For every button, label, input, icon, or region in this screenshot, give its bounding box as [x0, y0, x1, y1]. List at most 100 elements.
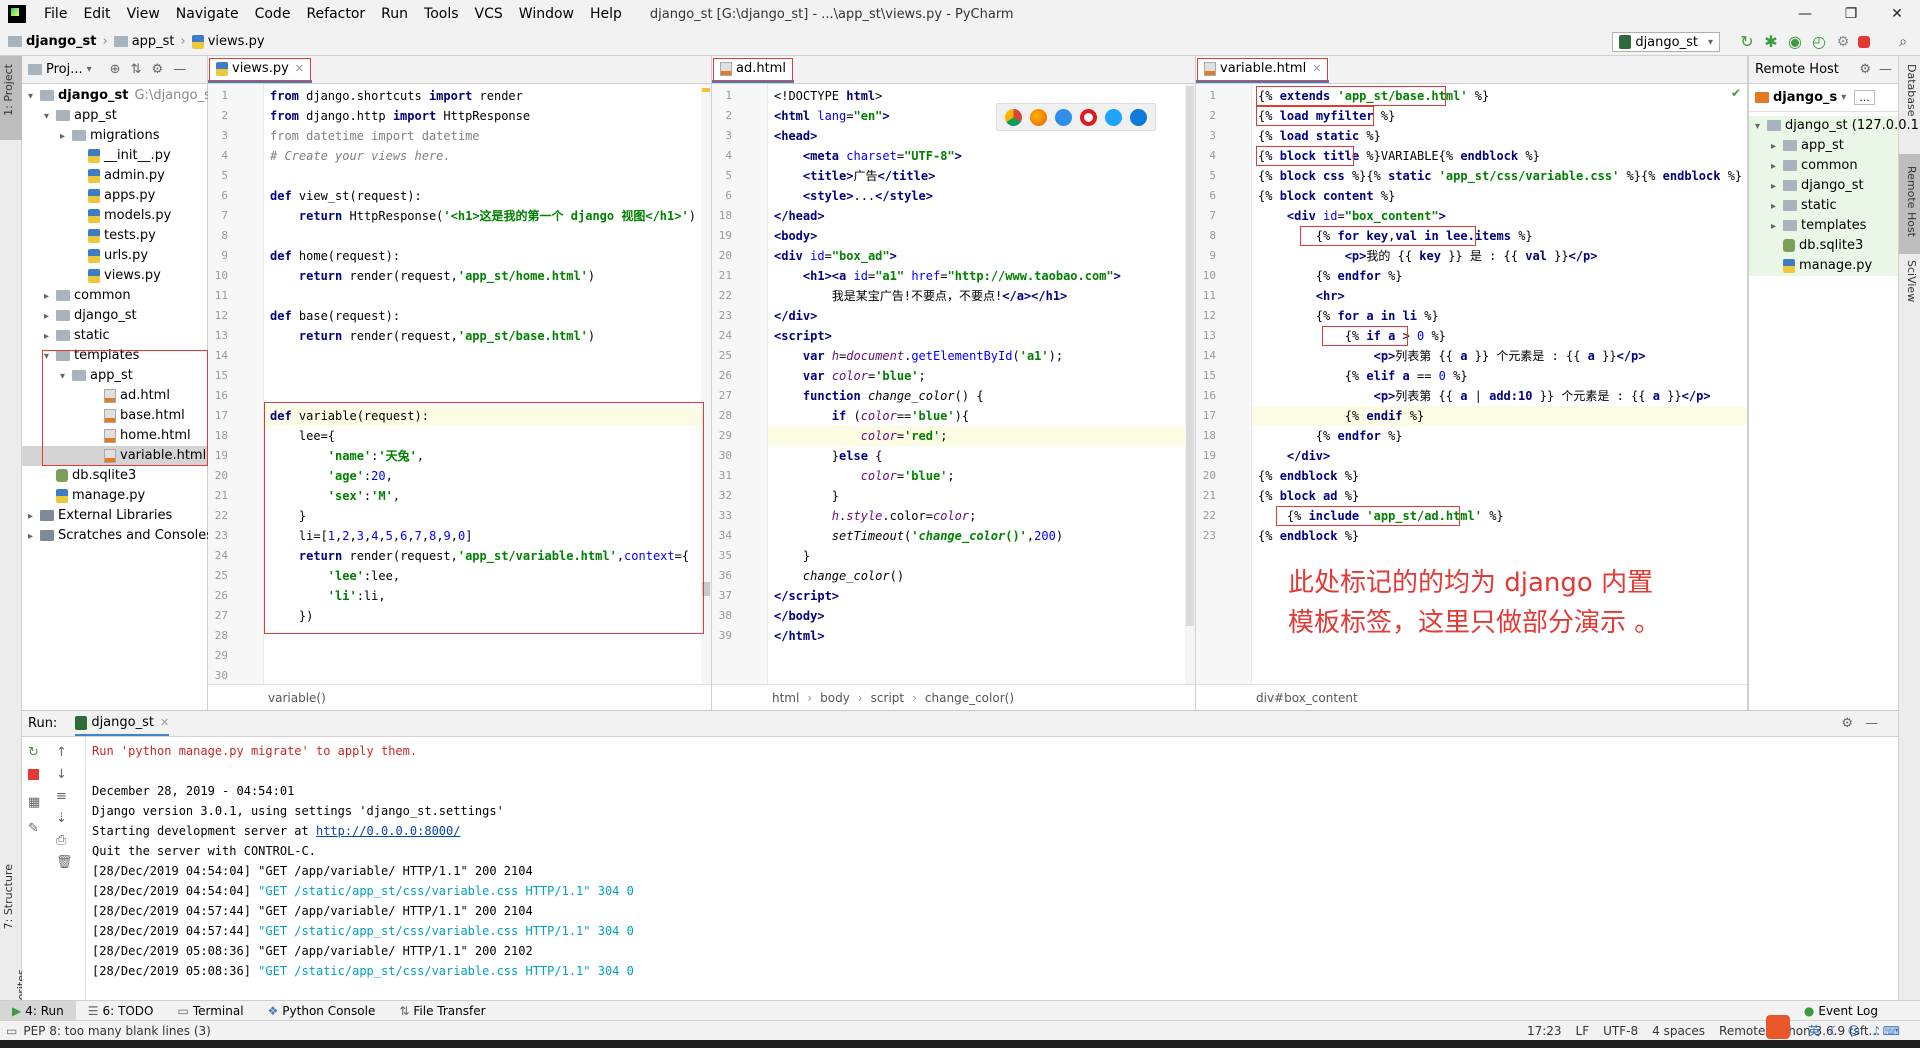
hide-icon[interactable]: — [173, 62, 186, 77]
chevron-right-icon[interactable]: ▸ [44, 307, 56, 327]
tree-item[interactable]: ▸ templates [1749, 216, 1898, 236]
menu-window[interactable]: Window [511, 6, 582, 22]
firefox-icon[interactable] [1030, 108, 1047, 126]
tree-item[interactable]: ▸ common [1749, 156, 1898, 176]
maximize-icon[interactable]: ❐ [1828, 0, 1874, 28]
close-window-icon[interactable]: ✕ [1874, 0, 1920, 28]
gear-icon[interactable]: ⚙ [1841, 716, 1853, 731]
ie-icon[interactable] [1105, 108, 1122, 126]
moon-icon[interactable]: ☾ [1829, 1024, 1840, 1038]
database-tool-tab[interactable]: Database [1905, 64, 1918, 117]
tree-item[interactable]: ▸ External Libraries [22, 506, 207, 526]
tab-views-py[interactable]: views.py ✕ [208, 57, 313, 83]
tree-item[interactable]: ad.html [22, 386, 207, 406]
chevron-down-icon[interactable]: ▾ [60, 367, 72, 387]
hide-icon[interactable]: — [1879, 62, 1892, 77]
tree-item[interactable]: ▸ Scratches and Consoles [22, 526, 213, 547]
status-toggle-icon[interactable]: ▭ [6, 1024, 17, 1038]
close-tab-icon[interactable]: ✕ [1312, 62, 1321, 75]
tab-variable-html[interactable]: variable.html ✕ [1196, 57, 1330, 83]
remote-server-select[interactable]: django_s [1773, 90, 1837, 105]
tree-item[interactable]: manage.py [1749, 256, 1898, 276]
tree-item[interactable]: manage.py [22, 486, 207, 506]
chevron-right-icon[interactable]: ▸ [44, 287, 56, 307]
project-view-select[interactable]: Proj... [46, 62, 83, 77]
arrow-up-icon[interactable]: ↑ [56, 745, 72, 761]
run-tool-tab[interactable]: ▶ 4: Run [0, 1000, 76, 1021]
breadcrumb-file[interactable]: views.py [208, 34, 265, 49]
menu-file[interactable]: File [36, 6, 75, 22]
hide-icon[interactable]: — [1865, 716, 1878, 731]
file-encoding[interactable]: UTF-8 [1603, 1024, 1638, 1038]
sciview-tool-tab[interactable]: SciView [1905, 260, 1918, 302]
more-button[interactable]: ... [1854, 90, 1875, 105]
terminal-tool-tab[interactable]: ▭ Terminal [165, 1004, 255, 1018]
scroll-to-end-icon[interactable]: ⇣ [56, 811, 72, 827]
tree-item[interactable]: ▸ django_st [22, 306, 207, 326]
chevron-down-icon[interactable]: ▾ [44, 107, 56, 127]
python-console-tool-tab[interactable]: ❖ Python Console [256, 1004, 388, 1018]
tree-item[interactable]: ▸ static [1749, 196, 1898, 216]
print-icon[interactable]: ⎙ [56, 833, 72, 849]
chevron-right-icon[interactable]: ▸ [60, 127, 72, 147]
breadcrumb-item[interactable]: change_color() [925, 691, 1014, 705]
lang-icon[interactable]: 英 [1808, 1022, 1820, 1039]
server-url-link[interactable]: http://0.0.0.0:8000/ [316, 824, 461, 838]
menu-run[interactable]: Run [373, 6, 416, 22]
tree-item[interactable]: models.py [22, 206, 207, 226]
menu-vcs[interactable]: VCS [467, 6, 511, 22]
event-log-tab[interactable]: ● Event Log [1792, 1004, 1890, 1018]
tree-item[interactable]: home.html [22, 426, 207, 446]
breadcrumb-item[interactable]: body [820, 691, 850, 705]
chevron-down-icon[interactable]: ▾ [1755, 117, 1767, 137]
tree-item[interactable]: db.sqlite3 [22, 466, 207, 486]
tab-ad-html[interactable]: ad.html [712, 57, 794, 83]
trash-icon[interactable]: 🗑 [56, 855, 73, 871]
tree-item[interactable]: ▾ django_st (127.0.0.1 [1749, 116, 1919, 137]
menu-view[interactable]: View [119, 6, 168, 22]
tree-item[interactable]: ▾ app_st [22, 366, 207, 386]
mic-icon[interactable]: ♪ [1872, 1024, 1880, 1038]
run-config-select[interactable]: django_st ▾ [1612, 32, 1720, 52]
locate-icon[interactable]: ⊕ [110, 62, 121, 77]
code-area[interactable]: <!DOCTYPE html> <html lang="en"> <head> <m… [768, 84, 1195, 684]
rerun-icon[interactable]: ↻ [1738, 33, 1756, 51]
chevron-down-icon[interactable]: ▾ [44, 347, 56, 367]
collapse-icon[interactable]: ⇅ [131, 62, 142, 77]
chevron-right-icon[interactable]: ▸ [28, 527, 40, 547]
tree-item[interactable]: apps.py [22, 186, 207, 206]
console-output[interactable]: Run 'python manage.py migrate' to apply … [90, 737, 1898, 1000]
breadcrumb-item[interactable]: html [772, 691, 799, 705]
profile-icon[interactable]: ◴ [1810, 33, 1828, 51]
run-tab[interactable]: django_st ✕ [75, 712, 170, 736]
line-separator[interactable]: LF [1576, 1024, 1590, 1038]
tree-item[interactable]: ▾ app_st [22, 106, 207, 126]
chevron-right-icon[interactable]: ▸ [28, 507, 40, 527]
chrome-icon[interactable] [1005, 108, 1022, 126]
opera-icon[interactable] [1080, 108, 1097, 126]
structure-tool-tab[interactable]: 7: Structure [2, 864, 15, 929]
arrow-down-icon[interactable]: ↓ [56, 767, 72, 783]
pin-icon[interactable]: ✎ [28, 821, 44, 837]
tree-item[interactable]: ▾ templates [22, 346, 207, 366]
menu-navigate[interactable]: Navigate [168, 6, 247, 22]
gear-icon[interactable]: ⚙ [1859, 62, 1871, 77]
chevron-right-icon[interactable]: ▸ [1771, 197, 1783, 217]
menu-code[interactable]: Code [247, 6, 299, 22]
edge-icon[interactable] [1130, 108, 1147, 126]
tree-item[interactable]: tests.py [22, 226, 207, 246]
tree-item[interactable]: ▸ common [22, 286, 207, 306]
tree-item[interactable]: ▸ static [22, 326, 207, 346]
search-icon[interactable]: ⌕ [1894, 33, 1912, 51]
inspection-ok-icon[interactable]: ✔ [1731, 86, 1741, 100]
caret-position[interactable]: 17:23 [1527, 1024, 1562, 1038]
rerun-icon[interactable]: ↻ [28, 745, 44, 761]
tree-item[interactable]: db.sqlite3 [1749, 236, 1898, 256]
debug-icon[interactable]: ✱ [1762, 33, 1780, 51]
close-tab-icon[interactable]: ✕ [295, 62, 304, 75]
chevron-right-icon[interactable]: ▸ [1771, 157, 1783, 177]
tree-item[interactable]: ▸ django_st [1749, 176, 1898, 196]
indent-setting[interactable]: 4 spaces [1652, 1024, 1705, 1038]
chevron-down-icon[interactable]: ▾ [28, 87, 40, 107]
chevron-down-icon[interactable]: ▾ [87, 64, 92, 75]
